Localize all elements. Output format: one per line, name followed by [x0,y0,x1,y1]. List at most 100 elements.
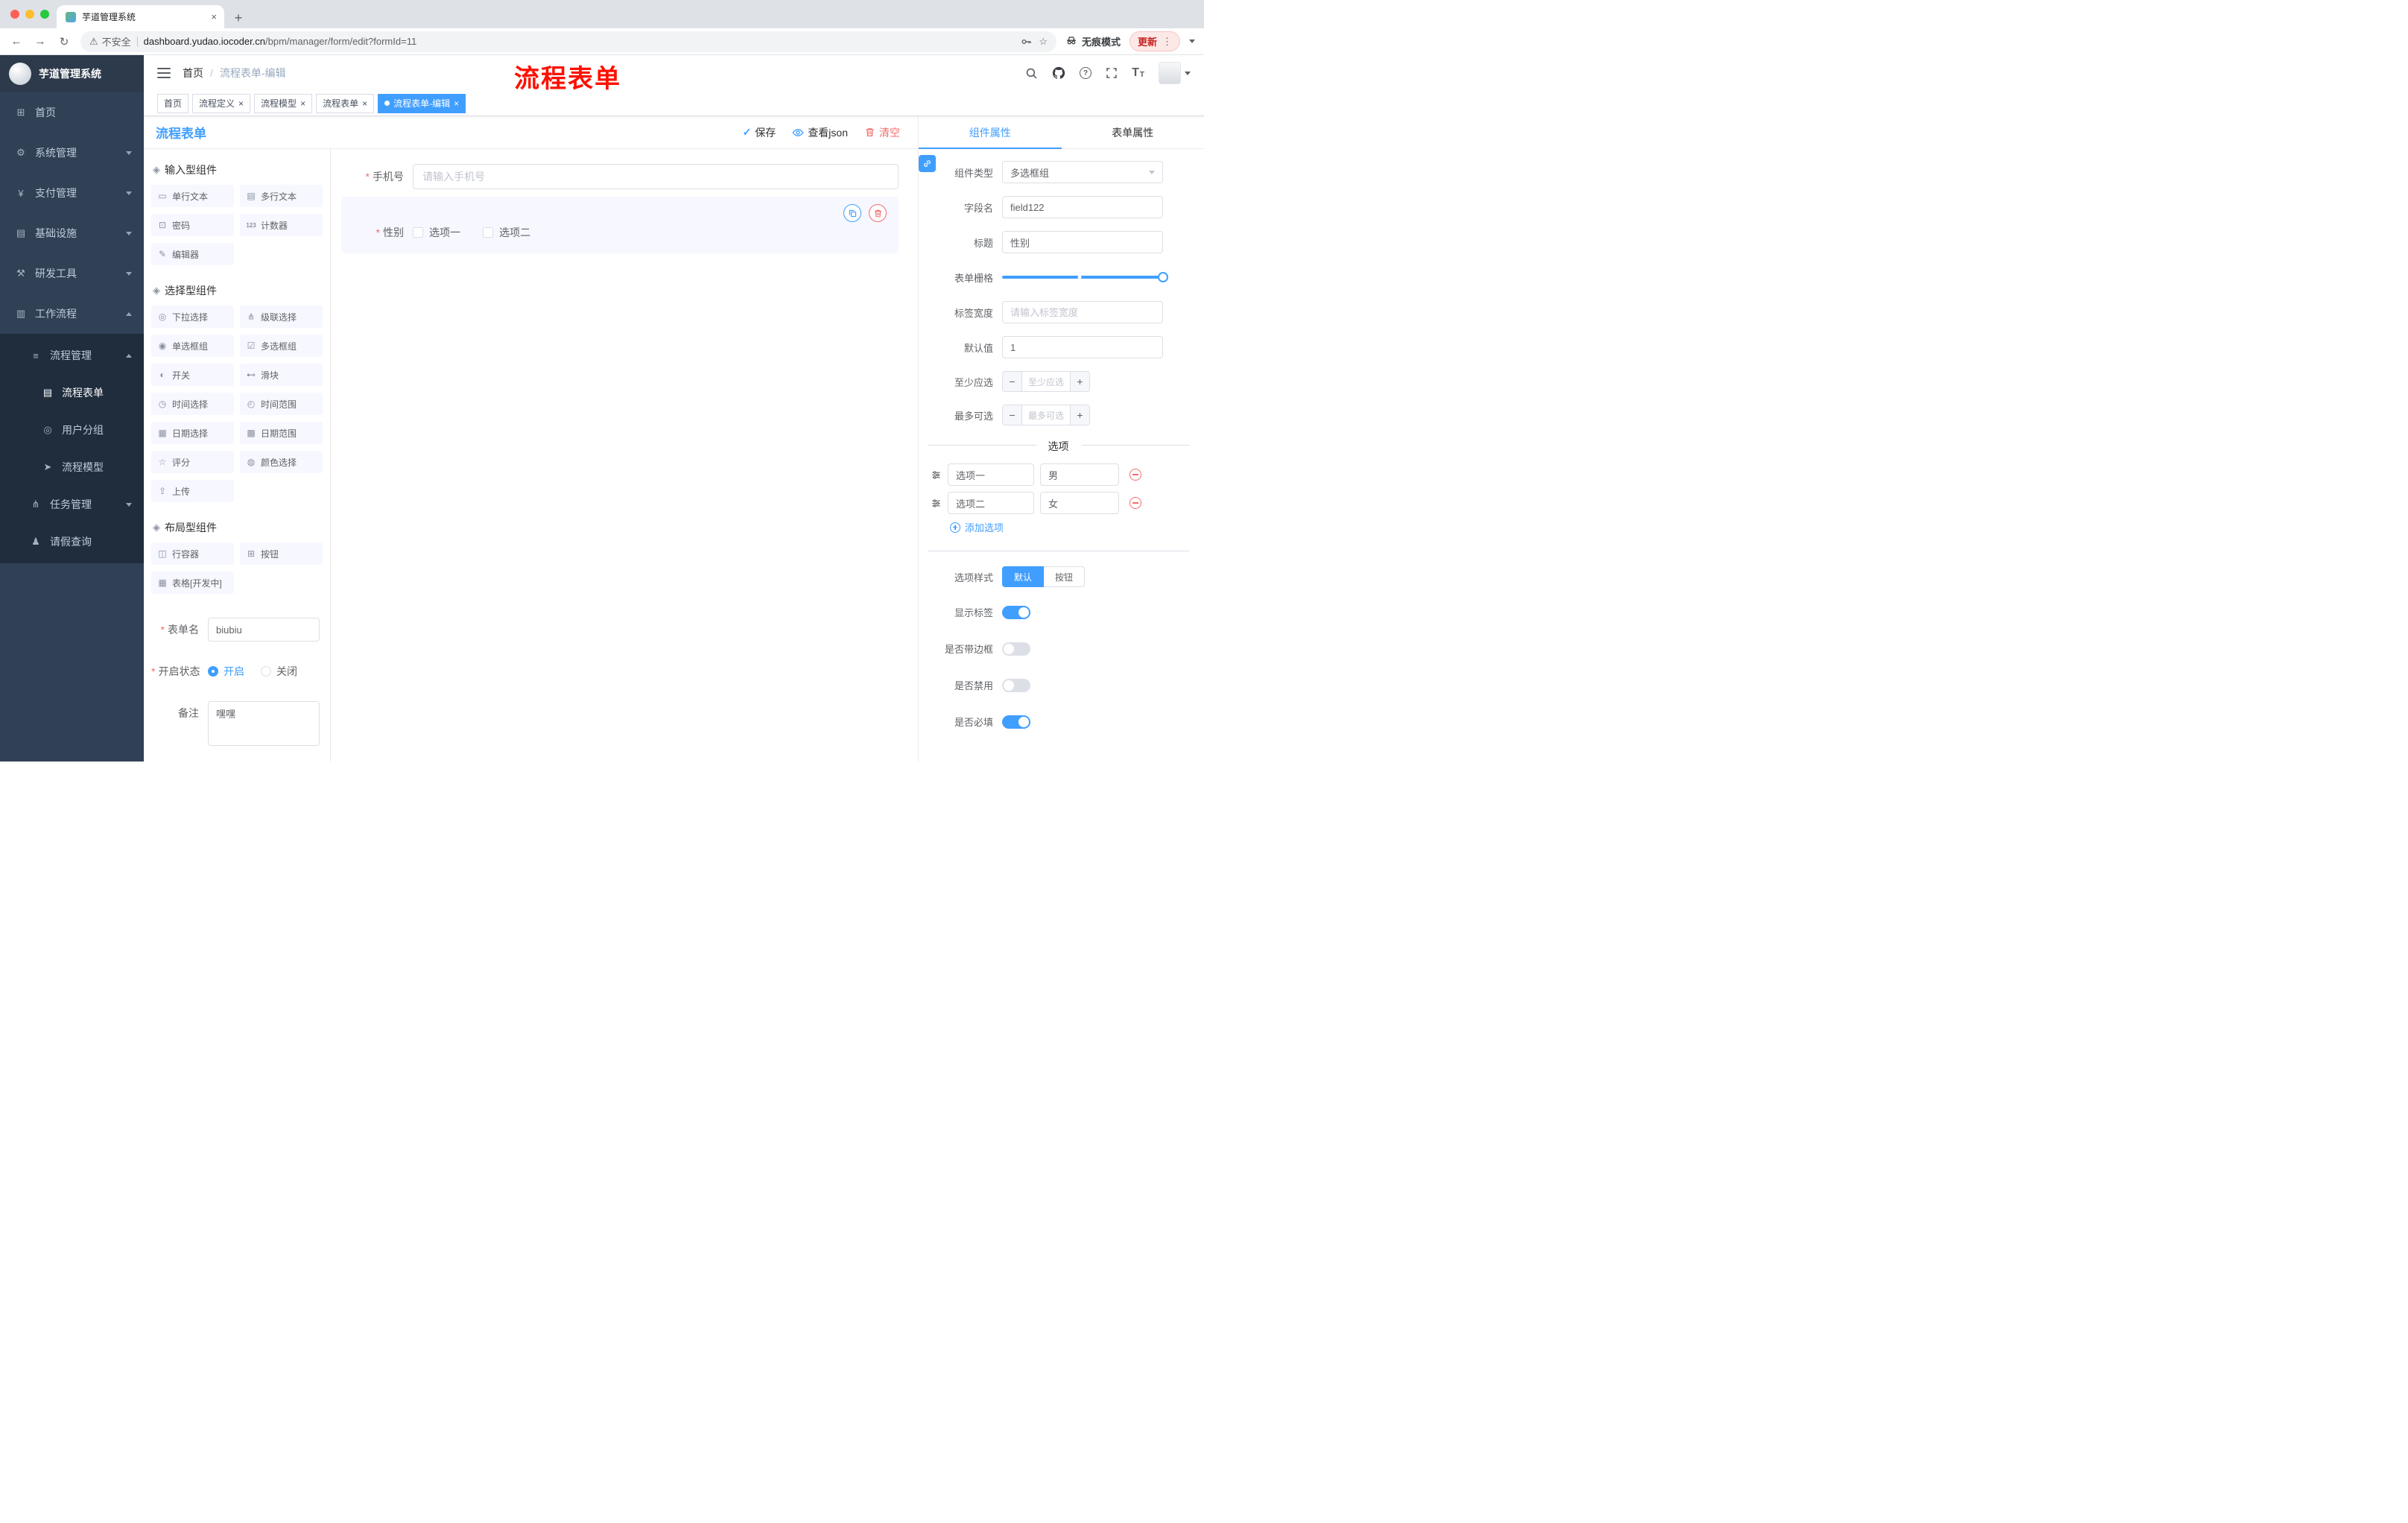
drag-handle-icon[interactable] [931,469,942,481]
tag-process-form[interactable]: 流程表单 × [316,93,375,113]
field-name-input[interactable] [1002,196,1163,218]
forward-button[interactable]: → [33,35,48,48]
remove-option-icon[interactable] [1129,497,1141,509]
default-value-input[interactable] [1002,336,1163,358]
phone-field[interactable]: 手机号 [341,164,899,189]
palette-item-date-range[interactable]: ▩ 日期范围 [240,422,323,444]
github-icon[interactable] [1052,66,1065,80]
palette-item-single-text[interactable]: ▭ 单行文本 [151,185,234,207]
palette-item-table[interactable]: ▦ 表格[开发中] [151,571,234,594]
clear-button[interactable]: 清空 [864,125,900,140]
sidebar-item-infrastructure[interactable]: ▤ 基础设施 [0,213,144,253]
remove-option-icon[interactable] [1129,469,1141,481]
tab-component-props[interactable]: 组件属性 [919,116,1062,149]
fullscreen-icon[interactable] [1106,67,1118,79]
decrease-button[interactable]: − [1003,372,1022,391]
component-type-select[interactable]: 多选框组 [1002,161,1163,183]
form-name-input[interactable] [208,618,320,642]
sidebar-item-system[interactable]: ⚙ 系统管理 [0,133,144,173]
tab-close-icon[interactable]: × [211,12,217,22]
sidebar-item-user-groups[interactable]: ◎ 用户分组 [0,411,144,449]
close-icon[interactable]: × [300,99,305,108]
tag-home[interactable]: 首页 [157,93,189,113]
min-stepper-value[interactable]: 至少应选 [1022,372,1070,391]
hamburger-icon[interactable] [157,68,171,78]
checkbox-option-2[interactable]: 选项二 [483,225,530,240]
increase-button[interactable]: + [1070,405,1089,425]
user-avatar[interactable] [1159,62,1191,84]
add-option-button[interactable]: 添加选项 [950,520,1189,534]
sidebar-item-task-management[interactable]: ⋔ 任务管理 [0,486,144,523]
bookmark-star-icon[interactable]: ☆ [1039,36,1048,48]
palette-item-editor[interactable]: ✎ 编辑器 [151,243,234,265]
palette-item-counter[interactable]: 123 计数器 [240,214,323,236]
palette-item-switch[interactable]: ◐ 开关 [151,364,234,386]
palette-item-radio-group[interactable]: ◉ 单选框组 [151,335,234,357]
palette-item-cascader[interactable]: ⋔ 级联选择 [240,305,323,328]
palette-item-upload[interactable]: ⇪ 上传 [151,480,234,502]
url-bar[interactable]: ⚠ 不安全 dashboard.yudao.iocoder.cn/bpm/man… [80,31,1056,52]
close-icon[interactable]: × [238,99,244,108]
checkbox-option-1[interactable]: 选项一 [413,225,460,240]
sidebar-item-devtools[interactable]: ⚒ 研发工具 [0,253,144,294]
password-key-icon[interactable] [1021,36,1033,48]
sidebar-item-payment[interactable]: ¥ 支付管理 [0,173,144,213]
selected-widget-gender[interactable]: 性别 选项一 选项二 [341,197,899,253]
palette-item-color-picker[interactable]: ◍ 颜色选择 [240,451,323,473]
palette-item-time-picker[interactable]: ◷ 时间选择 [151,393,234,415]
tab-form-props[interactable]: 表单属性 [1062,116,1205,148]
browser-tab[interactable]: 芋道管理系统 × [57,5,224,28]
disabled-toggle[interactable] [1002,678,1030,692]
sidebar-item-leave-query[interactable]: ♟ 请假查询 [0,523,144,560]
form-canvas[interactable]: 手机号 [331,149,918,762]
delete-widget-button[interactable] [869,204,887,222]
palette-item-row-container[interactable]: ◫ 行容器 [151,542,234,565]
show-label-toggle[interactable] [1002,605,1030,619]
sidebar-item-process-management[interactable]: ≡ 流程管理 [0,337,144,374]
tag-process-definition[interactable]: 流程定义 × [192,93,251,113]
palette-item-rate[interactable]: ☆ 评分 [151,451,234,473]
browser-update-button[interactable]: 更新 ⋮ [1129,31,1180,51]
required-toggle[interactable] [1002,715,1030,729]
save-button[interactable]: ✓ 保存 [743,125,776,140]
sidebar-item-workflow[interactable]: ▥ 工作流程 [0,294,144,334]
style-button-button[interactable]: 按钮 [1044,566,1086,587]
max-stepper-value[interactable]: 最多可选 [1022,405,1070,425]
increase-button[interactable]: + [1070,372,1089,391]
search-icon[interactable] [1025,67,1038,80]
palette-item-password[interactable]: ⊡ 密码 [151,214,234,236]
style-default-button[interactable]: 默认 [1002,566,1045,587]
security-indicator[interactable]: ⚠ 不安全 [89,34,131,48]
palette-item-date-picker[interactable]: ▦ 日期选择 [151,422,234,444]
tag-process-form-edit[interactable]: 流程表单-编辑 × [378,93,466,113]
sidebar-item-process-model[interactable]: ➤ 流程模型 [0,449,144,486]
breadcrumb-home[interactable]: 首页 [183,66,203,80]
phone-input[interactable] [413,164,899,189]
window-maximize-button[interactable] [40,10,49,19]
font-size-icon[interactable]: TT [1132,67,1144,79]
sidebar-logo[interactable]: 芋道管理系统 [0,55,144,92]
option-value-input[interactable] [1040,463,1119,486]
palette-item-select[interactable]: ◎ 下拉选择 [151,305,234,328]
new-tab-button[interactable]: + [229,7,248,28]
radio-closed[interactable]: 关闭 [261,664,297,679]
view-json-button[interactable]: 查看json [792,125,848,140]
decrease-button[interactable]: − [1003,405,1022,425]
close-icon[interactable]: × [454,99,459,108]
window-minimize-button[interactable] [25,10,34,19]
radio-open[interactable]: 开启 [208,664,244,679]
palette-item-slider[interactable]: ⊷ 滑块 [240,364,323,386]
copy-widget-button[interactable] [843,204,861,222]
palette-item-button[interactable]: ⊞ 按钮 [240,542,323,565]
tag-process-model[interactable]: 流程模型 × [254,93,313,113]
option-value-input[interactable] [1040,492,1119,514]
border-toggle[interactable] [1002,642,1030,656]
sidebar-item-process-form[interactable]: ▤ 流程表单 [0,374,144,411]
palette-item-multi-text[interactable]: ▤ 多行文本 [240,185,323,207]
form-remark-input[interactable]: 嘿嘿 [208,701,320,746]
palette-item-checkbox-group[interactable]: ☑ 多选框组 [240,335,323,357]
back-button[interactable]: ← [9,35,24,48]
label-width-input[interactable] [1002,301,1163,323]
window-close-button[interactable] [10,10,19,19]
link-icon[interactable] [919,155,936,172]
